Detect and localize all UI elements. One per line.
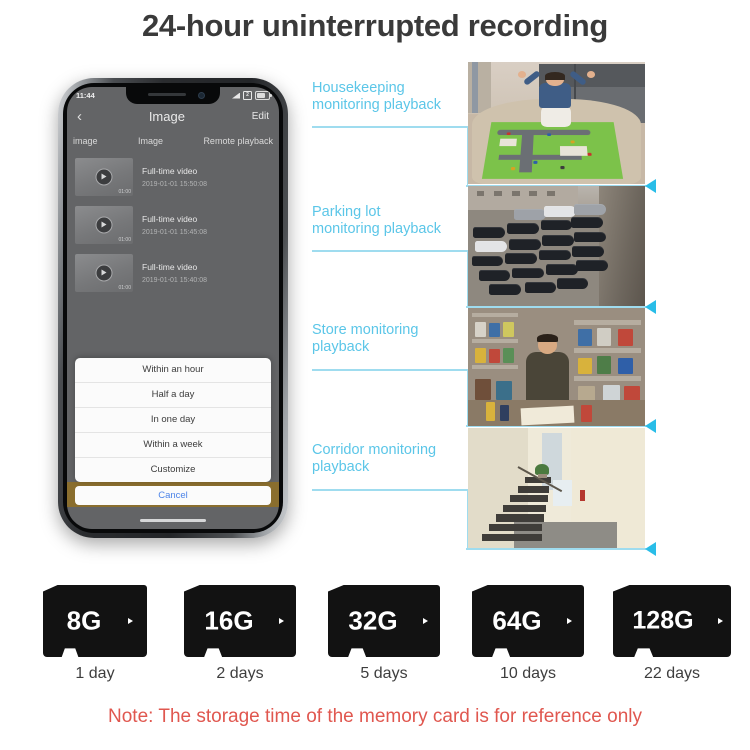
action-sheet-option-in-one-day[interactable]: In one day — [75, 408, 271, 433]
earpiece-speaker-icon — [148, 93, 186, 96]
nav-title: Image — [148, 109, 185, 124]
video-duration: 01:00 — [118, 285, 131, 291]
sd-card-icon: 128G — [613, 585, 731, 657]
disclaimer-note: Note: The storage time of the memory car… — [108, 706, 642, 727]
memory-card-16g: 16G 2 days — [176, 585, 304, 683]
store-playback-photo — [468, 308, 645, 426]
memory-card-128g: 128G 22 days — [606, 585, 738, 683]
housekeeping-playback-photo — [468, 62, 645, 184]
video-title: Full-time video — [142, 262, 198, 272]
parking-lot-playback-photo — [468, 186, 645, 306]
status-bar-indicators: 2 — [232, 90, 272, 101]
triangle-marker-icon — [423, 618, 428, 624]
memory-card-row: 8G 1 day 16G 2 days 32G 5 days 64G 10 da… — [0, 575, 750, 695]
list-item[interactable]: 01:00 Full-time video 2019-01-01 15:40:0… — [67, 249, 279, 297]
tab-bar: image Image Remote playback — [67, 131, 279, 151]
action-sheet-option-customize[interactable]: Customize — [75, 458, 271, 482]
tab-image-left[interactable]: image — [73, 136, 98, 146]
video-meta: Full-time video 2019-01-01 15:40:08 — [142, 262, 207, 284]
sd-card-icon: 32G — [328, 585, 440, 657]
memory-card-capacity: 128G — [632, 606, 694, 635]
triangle-marker-icon — [128, 618, 133, 624]
video-meta: Full-time video 2019-01-01 15:50:08 — [142, 166, 207, 188]
phone-mockup: 11:44 2 ‹ Image Edit image Image Remote … — [58, 78, 288, 538]
home-indicator — [140, 519, 206, 522]
memory-card-days: 5 days — [360, 665, 408, 682]
arrow-marker-store — [645, 419, 656, 433]
annotation-label-corridor: Corridor monitoring playback — [312, 442, 437, 475]
tab-remote-playback[interactable]: Remote playback — [203, 136, 273, 146]
video-thumbnail[interactable]: 01:00 — [75, 254, 133, 292]
video-duration: 01:00 — [118, 189, 131, 195]
memory-card-64g: 64G 10 days — [464, 585, 592, 683]
action-sheet-option-within-a-week[interactable]: Within a week — [75, 433, 271, 458]
video-thumbnail[interactable]: 01:00 — [75, 206, 133, 244]
action-sheet[interactable]: Within an hour Half a day In one day Wit… — [75, 358, 271, 482]
action-sheet-option-half-a-day[interactable]: Half a day — [75, 383, 271, 408]
video-meta: Full-time video 2019-01-01 15:45:08 — [142, 214, 207, 236]
status-bar-time: 11:44 — [76, 91, 95, 100]
front-camera-icon — [198, 92, 205, 99]
page-title: 24-hour uninterrupted recording — [141, 8, 609, 43]
list-item[interactable]: 01:00 Full-time video 2019-01-01 15:50:0… — [67, 153, 279, 201]
triangle-marker-icon — [718, 618, 723, 624]
triangle-marker-icon — [567, 618, 572, 624]
memory-card-days: 2 days — [216, 665, 264, 682]
video-title: Full-time video — [142, 166, 198, 176]
sd-card-icon: 8G — [43, 585, 147, 657]
video-duration: 01:00 — [118, 237, 131, 243]
memory-card-days: 22 days — [643, 665, 701, 682]
video-thumbnail[interactable]: 01:00 — [75, 158, 133, 196]
phone-screen: 11:44 2 ‹ Image Edit image Image Remote … — [67, 87, 279, 529]
annotation-label-parking-lot: Parking lot monitoring playback — [312, 204, 441, 237]
list-item[interactable]: 01:00 Full-time video 2019-01-01 15:45:0… — [67, 201, 279, 249]
memory-card-8g: 8G 1 day — [36, 585, 154, 683]
chevron-left-icon[interactable]: ‹ — [77, 109, 82, 124]
action-sheet-option-within-an-hour[interactable]: Within an hour — [75, 358, 271, 383]
edit-button[interactable]: Edit — [252, 111, 269, 122]
video-timestamp: 2019-01-01 15:45:08 — [142, 229, 207, 236]
memory-card-days: 1 day — [75, 665, 115, 682]
memory-card-32g: 32G 5 days — [320, 585, 448, 683]
cancel-button[interactable]: Cancel — [75, 486, 271, 505]
arrow-marker-corridor — [645, 542, 656, 556]
battery-icon — [255, 91, 272, 100]
signal-icon — [232, 92, 240, 99]
arrow-marker-parking-lot — [645, 300, 656, 314]
video-timestamp: 2019-01-01 15:50:08 — [142, 181, 207, 188]
triangle-marker-icon — [279, 618, 284, 624]
play-circle-icon — [95, 168, 113, 186]
video-title: Full-time video — [142, 214, 198, 224]
video-timestamp: 2019-01-01 15:40:08 — [142, 277, 207, 284]
arrow-marker-housekeeping — [645, 179, 656, 193]
app-nav-bar: ‹ Image Edit — [67, 104, 279, 129]
annotation-label-housekeeping: Housekeeping monitoring playback — [312, 80, 441, 113]
sd-card-icon: 16G — [184, 585, 296, 657]
corridor-playback-photo — [468, 428, 645, 548]
sim-card-icon: 2 — [243, 90, 252, 101]
tab-image[interactable]: Image — [138, 136, 163, 146]
memory-card-days: 10 days — [499, 665, 557, 682]
annotation-label-store: Store monitoring playback — [312, 322, 419, 355]
phone-notch — [126, 87, 220, 104]
play-circle-icon — [95, 264, 113, 282]
sd-card-icon: 64G — [472, 585, 584, 657]
play-circle-icon — [95, 216, 113, 234]
